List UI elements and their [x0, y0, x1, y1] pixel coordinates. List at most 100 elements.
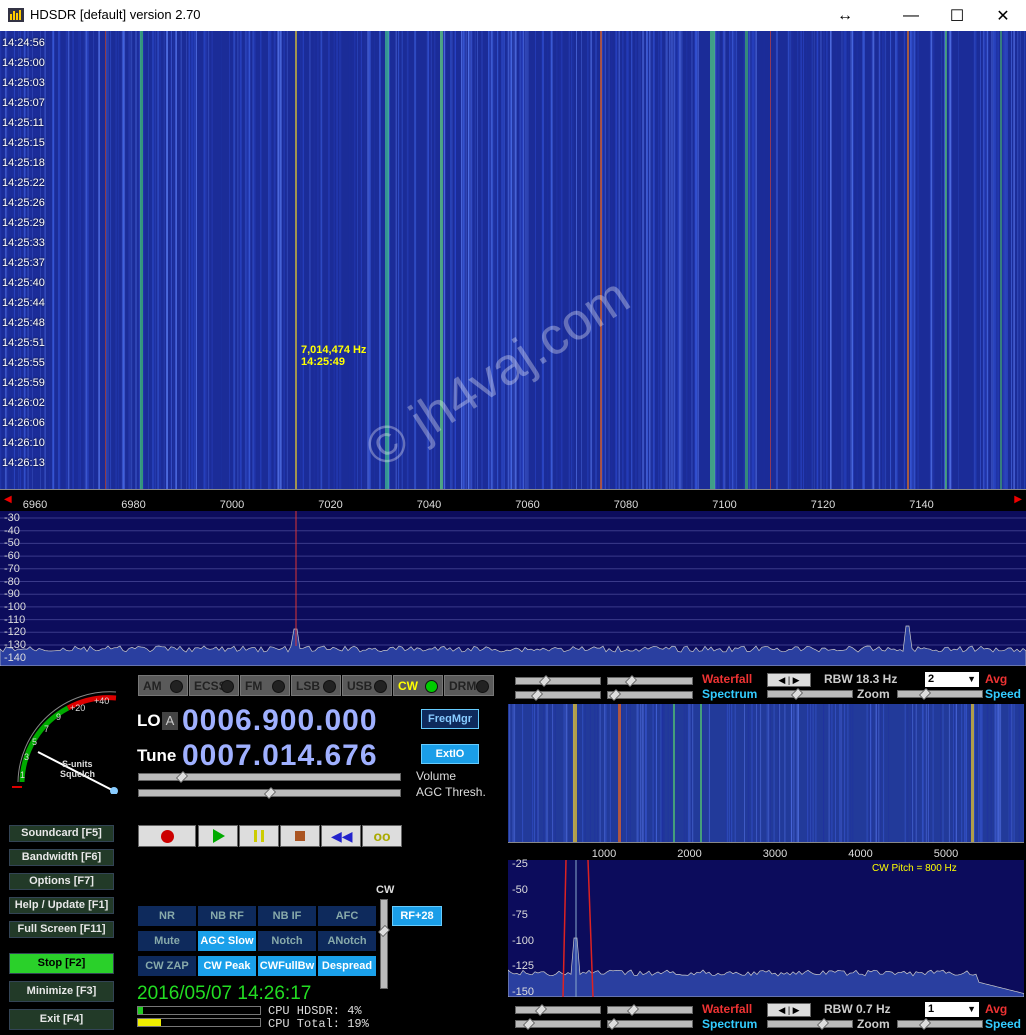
close-button[interactable]: ✕	[980, 0, 1026, 31]
cw-vertical-slider[interactable]	[378, 899, 390, 989]
af-waterfall-streak	[869, 704, 871, 842]
af-avg-select[interactable]: 1 ▼	[925, 1002, 979, 1017]
side-button-5[interactable]: Stop [F2]	[9, 953, 114, 974]
waterfall-streak	[87, 31, 89, 489]
frequency-axis[interactable]: ◀ ▶ 6960 6980 7000 7020 7040 7060 7080 7100 7120…	[0, 489, 1026, 511]
minimize-button[interactable]: —	[888, 0, 934, 31]
rf-zoom-slider[interactable]	[767, 688, 853, 700]
main-waterfall[interactable]: 14:24:56 14:25:00 14:25:03 14:25:07 14:25:11…	[0, 31, 1026, 489]
agc-thresh-slider[interactable]	[138, 787, 401, 799]
rf-avg-select[interactable]: 2 ▼	[925, 672, 979, 687]
rf-spectrum-slider2[interactable]	[607, 689, 693, 701]
dsp-cwfullbw-button[interactable]: CWFullBw	[258, 956, 316, 976]
dsp-notch-button[interactable]: Notch	[258, 931, 316, 951]
tune-frequency[interactable]: 0007.014.676	[182, 739, 378, 773]
dsp-cw-zap-button[interactable]: CW ZAP	[138, 956, 196, 976]
waterfall-streak	[689, 31, 691, 489]
af-zoom-slider[interactable]	[767, 1018, 853, 1030]
dsp-mute-button[interactable]: Mute	[138, 931, 196, 951]
record-button[interactable]	[138, 825, 196, 847]
dsp-despread-button[interactable]: Despread	[318, 956, 376, 976]
dsp-nb-rf-button[interactable]: NB RF	[198, 906, 256, 926]
lo-frequency[interactable]: 0006.900.000	[182, 704, 378, 738]
side-button-6[interactable]: Minimize [F3]	[9, 981, 114, 1002]
waterfall-streak	[109, 31, 112, 489]
rf-rbw-stepper[interactable]: ◀ | ▶	[767, 673, 811, 687]
scroll-right-icon[interactable]: ▶	[1014, 494, 1022, 505]
side-button-4[interactable]: Full Screen [F11]	[9, 921, 114, 938]
mode-drm-button[interactable]: DRM	[444, 675, 494, 696]
af-waterfall-streak	[815, 704, 817, 842]
af-spectrum-slider1[interactable]	[515, 1018, 601, 1030]
af-waterfall-streak	[793, 704, 795, 842]
waterfall-streak	[503, 31, 505, 489]
af-waterfall-streak	[807, 704, 809, 842]
af-rbw-stepper[interactable]: ◀ | ▶	[767, 1003, 811, 1017]
af-waterfall-streak	[726, 704, 728, 842]
mode-fm-button[interactable]: FM	[240, 675, 290, 696]
af-waterfall-streak	[922, 704, 924, 842]
af-waterfall-slider1[interactable]	[515, 1004, 601, 1016]
dsp-agc-slow-button[interactable]: AGC Slow	[198, 931, 256, 951]
volume-slider[interactable]	[138, 771, 401, 783]
dsp-nb-if-button[interactable]: NB IF	[258, 906, 316, 926]
waterfall-streak	[658, 31, 660, 489]
waterfall-streak	[562, 31, 564, 489]
af-spectrum[interactable]: -25 -50 -75 -100 -125 -150 CW Pitch = 800 Hz	[508, 858, 1024, 998]
freqmgr-button[interactable]: FreqMgr	[421, 709, 479, 729]
lo-badge[interactable]: A	[162, 712, 178, 730]
waterfall-streak	[631, 31, 633, 489]
af-waterfall-streak	[597, 704, 599, 842]
rewind-button[interactable]: ◀◀	[321, 825, 361, 847]
waterfall-streak	[980, 31, 981, 489]
af-speed-slider[interactable]	[897, 1018, 983, 1030]
window-title: HDSDR [default] version 2.70	[30, 7, 201, 22]
waterfall-streak	[118, 31, 120, 489]
side-button-3[interactable]: Help / Update [F1]	[9, 897, 114, 914]
mode-lsb-button[interactable]: LSB	[291, 675, 341, 696]
play-button[interactable]	[198, 825, 238, 847]
dsp-cw-peak-button[interactable]: CW Peak	[198, 956, 256, 976]
extio-button[interactable]: ExtIO	[421, 744, 479, 764]
rf-button[interactable]: RF+28	[392, 906, 442, 926]
rf-waterfall-slider2[interactable]	[607, 675, 693, 687]
mode-am-button[interactable]: AM	[138, 675, 188, 696]
rf-waterfall-slider1[interactable]	[515, 675, 601, 687]
waterfall-streak	[570, 31, 573, 489]
mode-ecss-button[interactable]: ECSS	[189, 675, 239, 696]
side-button-0[interactable]: Soundcard [F5]	[9, 825, 114, 842]
rf-speed-slider[interactable]	[897, 688, 983, 700]
af-spectrum-slider2[interactable]	[607, 1018, 693, 1030]
af-waterfall-streak	[661, 704, 663, 842]
waterfall-streak	[98, 31, 100, 489]
side-button-2[interactable]: Options [F7]	[9, 873, 114, 890]
scroll-left-icon[interactable]: ◀	[4, 494, 12, 505]
af-waterfall-slider2[interactable]	[607, 1004, 693, 1016]
waterfall-streak	[850, 31, 853, 489]
mode-usb-button[interactable]: USB	[342, 675, 392, 696]
maximize-button[interactable]: ☐	[934, 0, 980, 31]
dsp-afc-button[interactable]: AFC	[318, 906, 376, 926]
waterfall-streak	[300, 31, 302, 489]
volume-label: Volume	[416, 769, 457, 783]
af-waterfall-streak	[751, 704, 753, 842]
waterfall-streak	[941, 31, 942, 489]
stop-playback-button[interactable]	[280, 825, 320, 847]
af-signal-trace	[700, 704, 702, 842]
mode-cw-button[interactable]: CW	[393, 675, 443, 696]
dsp-anotch-button[interactable]: ANotch	[318, 931, 376, 951]
resize-icon[interactable]: ↔	[822, 0, 868, 31]
rf-waterfall-label: Waterfall	[702, 672, 753, 686]
main-spectrum[interactable]: -30 -40 -50 -60 -70 -80 -90 -100 -110 -120 -130 -14…	[0, 511, 1026, 666]
af-waterfall[interactable]	[508, 704, 1024, 842]
waterfall-streak	[340, 31, 342, 489]
side-button-1[interactable]: Bandwidth [F6]	[9, 849, 114, 866]
pause-button[interactable]	[239, 825, 279, 847]
waterfall-streak	[543, 31, 544, 489]
dsp-nr-button[interactable]: NR	[138, 906, 196, 926]
rf-spectrum-slider1[interactable]	[515, 689, 601, 701]
af-waterfall-streak	[948, 704, 950, 842]
side-button-7[interactable]: Exit [F4]	[9, 1009, 114, 1030]
loop-button[interactable]: oo	[362, 825, 402, 847]
waterfall-streak	[192, 31, 195, 489]
